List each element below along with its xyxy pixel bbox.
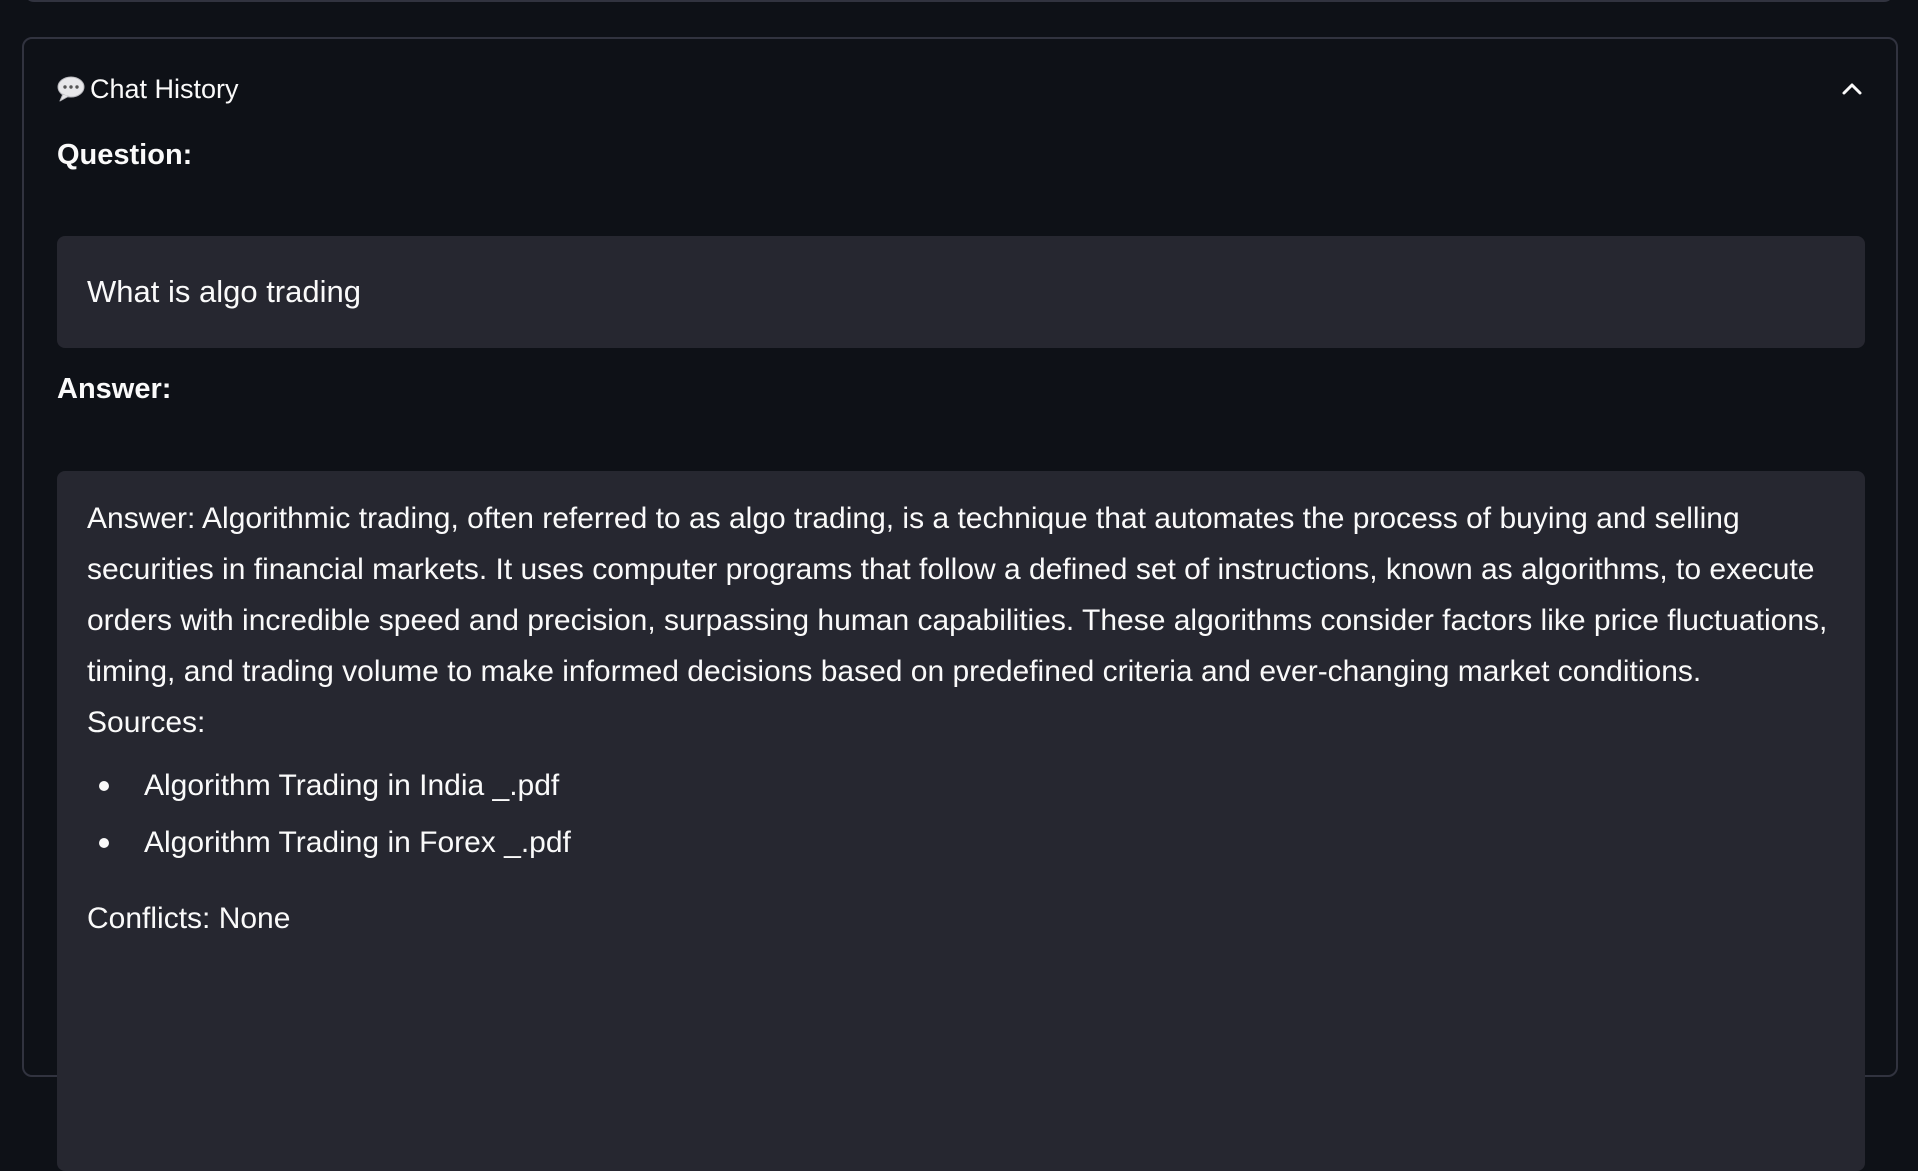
question-label: Question: <box>57 139 193 171</box>
previous-expander-edge <box>24 0 1894 2</box>
expander-title: Chat History <box>90 73 239 104</box>
answer-text: Answer: Algorithmic trading, often refer… <box>87 502 1828 688</box>
source-item-label: Algorithm Trading in Forex _.pdf <box>144 826 571 859</box>
question-text: What is algo trading <box>87 274 361 309</box>
chat-history-expander-header[interactable]: Chat History <box>56 69 1866 109</box>
source-item: Algorithm Trading in India _.pdf <box>87 757 1835 814</box>
sources-label: Sources: <box>87 706 206 739</box>
speech-bubble-icon <box>56 76 86 102</box>
source-item-label: Algorithm Trading in India _.pdf <box>144 769 560 802</box>
answer-block: Answer: Algorithmic trading, often refer… <box>57 471 1865 1171</box>
answer-label: Answer: <box>57 373 172 405</box>
bullet-icon <box>99 838 109 848</box>
source-item: Algorithm Trading in Forex _.pdf <box>87 814 1835 871</box>
chat-history-expander: Chat History Question: What is algo trad… <box>22 37 1898 1171</box>
question-block: What is algo trading <box>57 236 1865 348</box>
chevron-up-icon[interactable] <box>1838 75 1866 103</box>
sources-list: Algorithm Trading in India _.pdf Algorit… <box>87 757 1835 871</box>
bullet-icon <box>99 781 109 791</box>
conflicts-text: Conflicts: None <box>87 902 291 935</box>
